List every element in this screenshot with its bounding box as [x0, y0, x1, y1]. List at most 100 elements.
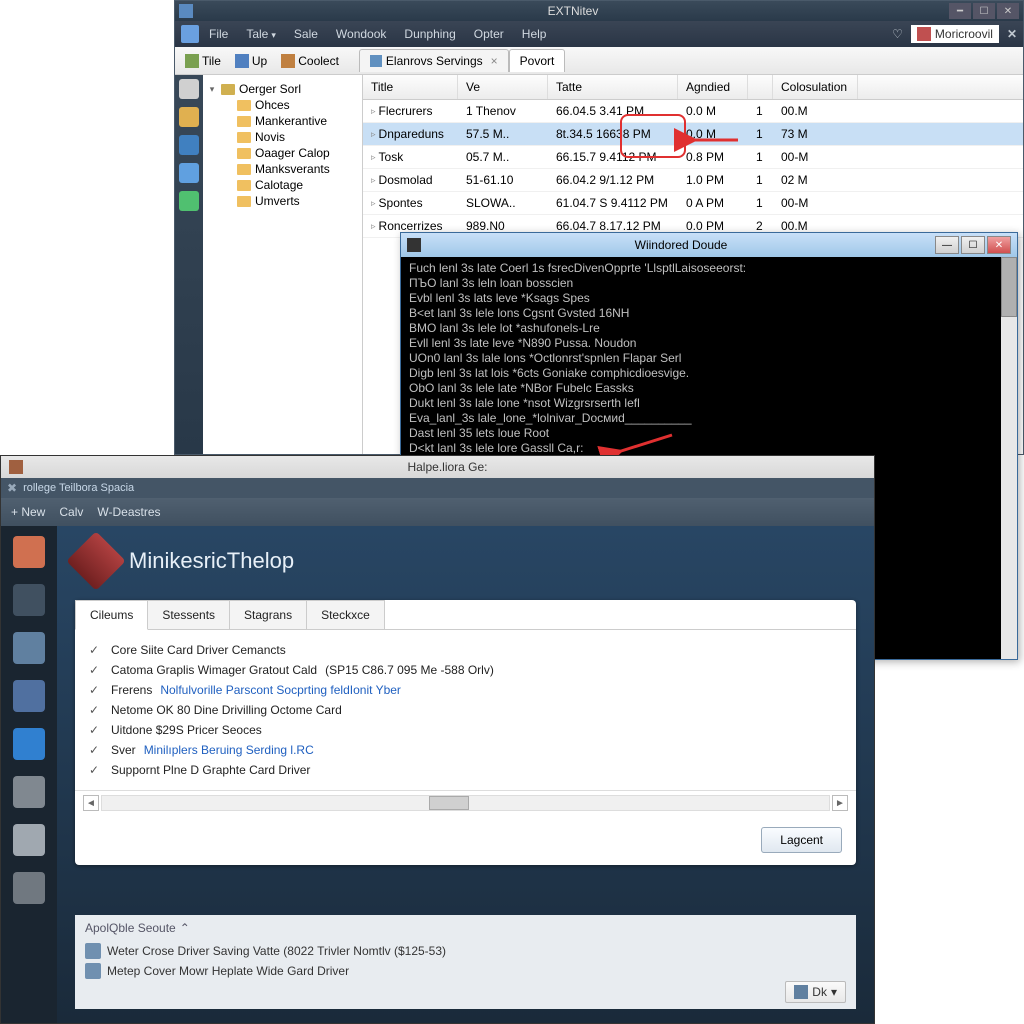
win1-titlebar[interactable]: EXTNitev ━ ☐ ✕ [175, 1, 1023, 21]
dock-icon-6[interactable] [13, 824, 45, 856]
cell-title: Dosmolad [363, 171, 458, 189]
table-row[interactable]: Tosk05.7 M..66.15.7 9.4112 PM0.8 PM100-M [363, 146, 1023, 169]
console-titlebar[interactable]: Wiindored Doude — ☐ ✕ [401, 233, 1017, 257]
tree-item[interactable]: Umverts [223, 193, 358, 209]
app-switcher[interactable]: Moricroovil [911, 25, 999, 43]
check-link[interactable]: Nolfulvorille Parscont Socprting feldIon… [160, 683, 401, 697]
console-scrollbar[interactable] [1001, 257, 1017, 659]
panel-tabs: Cileums Stessents Stagrans Steckxce [75, 600, 856, 630]
win3-title: Halpe.liora Ge: [29, 460, 866, 474]
sidebar-icon-2[interactable] [179, 135, 199, 155]
dock-icon-2[interactable] [13, 632, 45, 664]
tree-item[interactable]: Novis [223, 129, 358, 145]
menu-file[interactable]: File [201, 24, 236, 44]
tab-povort[interactable]: Povort [509, 49, 566, 72]
col-ve[interactable]: Ve [458, 75, 548, 99]
close-panel-button[interactable]: ✕ [1007, 27, 1017, 41]
win3-titlebar[interactable]: Halpe.liora Ge: [1, 456, 874, 478]
table-row[interactable]: Dosmolad51-61.1066.04.2 9/1.12 PM1.0 PM1… [363, 169, 1023, 192]
table-row[interactable]: Dnpareduns57.5 M..8t.34.5 16638 PM0.0 M1… [363, 123, 1023, 146]
footer-item[interactable]: Weter Crose Driver Saving Vatte (8022 Tr… [85, 941, 846, 961]
sidebar-icon-0[interactable] [179, 79, 199, 99]
sidebar-icon-1[interactable] [179, 107, 199, 127]
console-line: Evbl lenl 3s lats leve *Ksags Spes [409, 291, 1009, 306]
tree-item[interactable]: Calotage [223, 177, 358, 193]
scroll-track[interactable] [101, 795, 830, 811]
tool-tile[interactable]: Tile [179, 51, 227, 71]
scroll-left-icon[interactable]: ◄ [83, 795, 99, 811]
win3-tab[interactable]: rollege Teilbora Spacia [17, 480, 140, 496]
tree-item-label: Oaager Calop [255, 146, 330, 160]
maximize-button[interactable]: ☐ [973, 3, 995, 19]
hero-logo-icon [66, 531, 125, 590]
dock-icon-3[interactable] [13, 680, 45, 712]
tab-servings[interactable]: Elanrovs Servings× [359, 49, 509, 72]
footer-button[interactable]: Dk ▾ [785, 981, 846, 1003]
footer-item[interactable]: Metep Cover Mowr Heplate Wide Gard Drive… [85, 961, 846, 981]
col-title[interactable]: Title [363, 75, 458, 99]
tree-item[interactable]: Manksverants [223, 161, 358, 177]
check-text: Core Siite Card Driver Cemancts [111, 643, 286, 657]
dock-icon-5[interactable] [13, 776, 45, 808]
win3-tab-close-icon[interactable]: ✖ [7, 481, 17, 495]
col-colosulation[interactable]: Colosulation [773, 75, 858, 99]
console-close-button[interactable]: ✕ [987, 236, 1011, 254]
tab-servings-icon [370, 55, 382, 67]
dock-icon-0[interactable] [13, 536, 45, 568]
menu-help[interactable]: Help [514, 24, 555, 44]
table-row[interactable]: SpontesSLOWA..61.04.7 S 9.4112 PM0 A PM1… [363, 192, 1023, 215]
ptab-cileums[interactable]: Cileums [75, 600, 148, 630]
scroll-right-icon[interactable]: ► [832, 795, 848, 811]
tree-root[interactable]: ▾Oerger Sorl [207, 81, 358, 97]
col-tatte[interactable]: Tatte [548, 75, 678, 99]
menu-tale[interactable]: Tale [238, 24, 284, 44]
horizontal-scrollbar[interactable]: ◄ ► [75, 790, 856, 815]
win3-main: MinikesricThelop Cileums Stessents Stagr… [57, 526, 874, 1023]
dock-icon-1[interactable] [13, 584, 45, 616]
console-line: Evll lenl 3s late leve *N890 Pussa. Noud… [409, 336, 1009, 351]
console-maximize-button[interactable]: ☐ [961, 236, 985, 254]
console-line: Dukt lenl 3s lale lone *nsot Wizgrsrsert… [409, 396, 1009, 411]
ptab-stagrans[interactable]: Stagrans [229, 600, 307, 629]
tree-item[interactable]: Ohces [223, 97, 358, 113]
favorite-icon[interactable]: ♡ [892, 27, 903, 41]
menu-sale[interactable]: Sale [286, 24, 326, 44]
lagcent-button[interactable]: Lagcent [761, 827, 842, 853]
sidebar-icon-3[interactable] [179, 163, 199, 183]
btn-wdeastres[interactable]: W-Deastres [97, 505, 160, 519]
btn-calv[interactable]: Calv [59, 505, 83, 519]
cell-title: Dnpareduns [363, 125, 458, 143]
col-num[interactable] [748, 75, 773, 99]
check-link[interactable]: Minilıplers Beruing Serding l.RC [144, 743, 314, 757]
menu-wondook[interactable]: Wondook [328, 24, 394, 44]
tool-tile-label: Tile [202, 54, 221, 68]
grid-header: Title Ve Tatte Agndied Colosulation [363, 75, 1023, 100]
close-button[interactable]: ✕ [997, 3, 1019, 19]
minimize-button[interactable]: ━ [949, 3, 971, 19]
ptab-stessents[interactable]: Stessents [147, 600, 230, 629]
cell-tatte: 66.04.2 9/1.12 PM [548, 171, 678, 189]
menu-opter[interactable]: Opter [466, 24, 512, 44]
tree-item[interactable]: Mankerantive [223, 113, 358, 129]
col-agndied[interactable]: Agndied [678, 75, 748, 99]
dock-icon-7[interactable] [13, 872, 45, 904]
scrollbar-thumb[interactable] [1001, 257, 1017, 317]
tool-collect[interactable]: Coolect [275, 51, 345, 71]
table-row[interactable]: Flecrurers1 Thenov66.04.5 3.41 PM0.0 M10… [363, 100, 1023, 123]
scroll-thumb[interactable] [429, 796, 469, 810]
tool-up[interactable]: Up [229, 51, 273, 71]
cell-ve: 57.5 M.. [458, 125, 548, 143]
footer-expand-icon[interactable]: ⌃ [180, 921, 190, 935]
btn-new[interactable]: + New [11, 505, 45, 519]
cell-tatte: 66.04.5 3.41 PM [548, 102, 678, 120]
tab-close-icon[interactable]: × [491, 54, 498, 68]
cell-col: 00-M [773, 194, 858, 212]
console-minimize-button[interactable]: — [935, 236, 959, 254]
sidebar-icon-4[interactable] [179, 191, 199, 211]
ptab-steckxce[interactable]: Steckxce [306, 600, 385, 629]
tree-item[interactable]: Oaager Calop [223, 145, 358, 161]
menu-dunphing[interactable]: Dunphing [396, 24, 463, 44]
user-icon[interactable] [181, 25, 199, 43]
cell-agndied: 0.8 PM [678, 148, 748, 166]
dock-icon-4[interactable] [13, 728, 45, 760]
